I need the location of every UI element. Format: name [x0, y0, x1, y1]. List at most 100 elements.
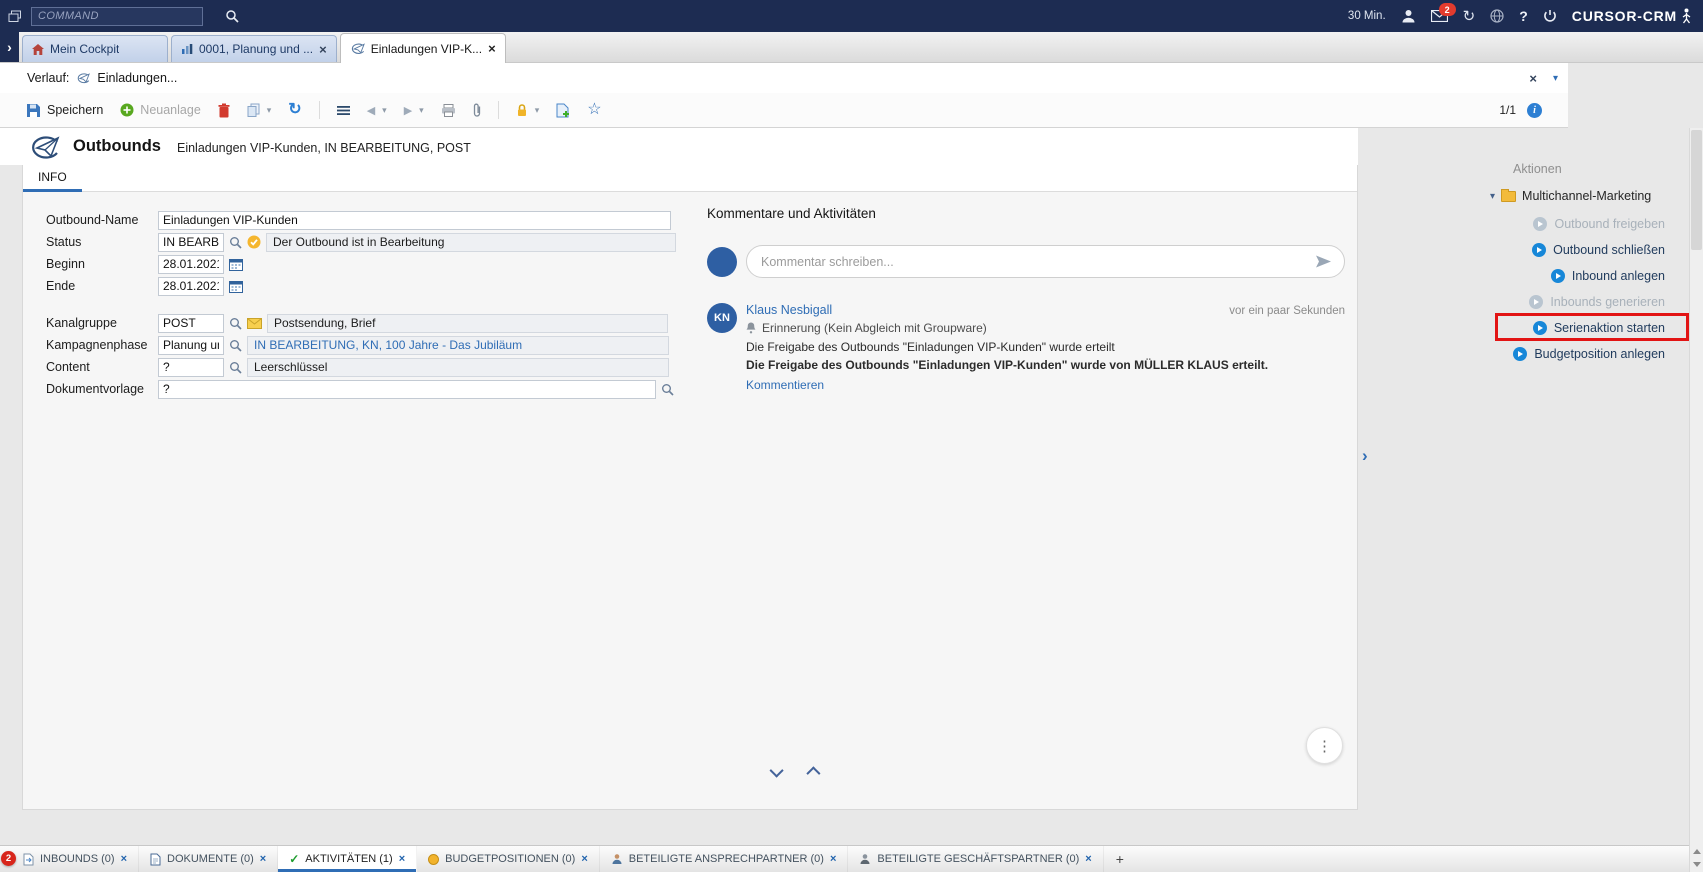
field-label: Kanalgruppe [46, 316, 158, 330]
tab-scroll-button[interactable]: › [0, 32, 19, 62]
action-budgetposition-anlegen[interactable]: Budgetposition anlegen [1358, 341, 1665, 367]
search-icon[interactable] [225, 9, 239, 23]
attachment-button[interactable] [473, 103, 481, 118]
tab-info[interactable]: INFO [23, 165, 82, 192]
close-icon[interactable]: × [260, 853, 266, 865]
actions-group-label: Multichannel-Marketing [1522, 189, 1651, 203]
close-icon[interactable]: × [830, 853, 836, 865]
begin-date-input[interactable] [158, 255, 224, 274]
content-input[interactable] [158, 358, 224, 377]
lock-button[interactable]: ▾ [516, 103, 540, 117]
calendar-icon[interactable] [229, 280, 243, 293]
vertical-scrollbar[interactable] [1689, 128, 1703, 872]
sidebar-collapse-handle[interactable]: › [1362, 446, 1368, 466]
chevron-down-icon[interactable]: ▾ [1553, 73, 1558, 84]
scroll-down-button[interactable] [1690, 858, 1703, 871]
sync-icon[interactable]: ↻ [1463, 9, 1476, 24]
globe-icon[interactable] [1490, 9, 1504, 23]
close-icon[interactable]: × [1085, 853, 1091, 865]
action-inbounds-generieren: Inbounds generieren [1358, 289, 1665, 315]
notification-badge[interactable]: 2 [1, 851, 16, 866]
history-current-item[interactable]: Einladungen... [97, 71, 177, 85]
save-button[interactable]: Speichern [26, 103, 103, 118]
field-label: Outbound-Name [46, 213, 158, 227]
comment-author-link[interactable]: Klaus Nesbigall [746, 303, 832, 317]
nav-previous-button[interactable]: ◀ ▾ [367, 104, 387, 117]
actions-title: Aktionen [1513, 162, 1562, 176]
lookup-icon[interactable] [229, 317, 242, 330]
user-icon[interactable] [1401, 9, 1416, 23]
history-bar-controls: × ▾ [1529, 63, 1558, 93]
close-icon[interactable]: × [121, 853, 127, 865]
chevron-down-icon[interactable]: ▾ [267, 105, 272, 116]
favorite-button[interactable]: ☆ [587, 102, 601, 118]
windows-icon[interactable] [8, 10, 22, 23]
lookup-icon[interactable] [229, 339, 242, 352]
chevron-down-icon[interactable]: ▾ [1490, 191, 1495, 202]
calendar-icon[interactable] [229, 258, 243, 271]
bottom-tab-dokumente[interactable]: DOKUMENTE (0) × [139, 846, 278, 872]
close-icon[interactable]: × [1529, 71, 1537, 86]
close-icon[interactable]: × [488, 42, 496, 55]
menu-button[interactable] [337, 105, 350, 116]
chevron-down-icon[interactable]: ▾ [382, 105, 387, 116]
action-label: Outbound freigeben [1554, 217, 1665, 231]
power-icon[interactable] [1543, 9, 1557, 23]
tab-mein-cockpit[interactable]: Mein Cockpit [22, 35, 168, 62]
bottom-tab-beteiligte-geschaeftspartner[interactable]: BETEILIGTE GESCHÄFTSPARTNER (0) × [848, 846, 1103, 872]
actions-group-row[interactable]: ▾ Multichannel-Marketing [1490, 189, 1651, 203]
actions-sidebar: › Aktionen ▾ Multichannel-Marketing Outb… [1358, 128, 1689, 845]
status-check-icon [247, 235, 261, 249]
paperclip-icon [473, 103, 481, 118]
copy-button[interactable]: ▾ [247, 103, 272, 117]
lookup-icon[interactable] [661, 383, 674, 396]
tab-einladungen[interactable]: Einladungen VIP-K... × [340, 33, 506, 63]
document-template-input[interactable] [158, 380, 656, 399]
end-date-input[interactable] [158, 277, 224, 296]
more-options-button[interactable]: ⋮ [1306, 727, 1343, 764]
chevron-down-icon[interactable]: ▾ [419, 105, 424, 116]
lookup-icon[interactable] [229, 361, 242, 374]
comment-action-link[interactable]: Kommentieren [746, 378, 1345, 392]
command-input[interactable] [31, 7, 203, 26]
mail-icon[interactable]: 2 [1431, 10, 1448, 22]
lookup-icon[interactable] [229, 236, 242, 249]
help-icon[interactable]: ? [1519, 8, 1528, 24]
chevron-down-icon [770, 764, 784, 778]
home-icon [32, 44, 44, 55]
refresh-button[interactable]: ↻ [288, 102, 301, 118]
collapse-down-button[interactable] [770, 765, 786, 779]
action-inbound-anlegen[interactable]: Inbound anlegen [1358, 263, 1665, 289]
outbound-name-input[interactable] [158, 211, 671, 230]
add-document-button[interactable] [556, 103, 570, 118]
delete-button[interactable] [218, 103, 230, 118]
chevron-down-icon[interactable]: ▾ [535, 105, 540, 116]
add-bottom-tab-button[interactable]: + [1104, 846, 1136, 872]
action-outbound-schliessen[interactable]: Outbound schließen [1358, 237, 1665, 263]
channel-group-input[interactable] [158, 314, 224, 333]
save-icon [26, 103, 41, 118]
send-icon[interactable] [1315, 255, 1332, 268]
comment-input[interactable] [746, 245, 1345, 278]
close-icon[interactable]: × [399, 853, 405, 865]
collapse-up-button[interactable] [804, 765, 820, 779]
bottom-tab-budgetpositionen[interactable]: BUDGETPOSITIONEN (0) × [417, 846, 600, 872]
campaign-phase-link[interactable]: IN BEARBEITUNG, KN, 100 Jahre - Das Jubi… [247, 336, 669, 355]
nav-next-button[interactable]: ▶ ▾ [404, 104, 424, 117]
close-icon[interactable]: × [319, 43, 327, 56]
close-icon[interactable]: × [581, 853, 587, 865]
plus-circle-icon [120, 103, 134, 117]
status-input[interactable] [158, 233, 224, 252]
form-row-end: Ende [46, 275, 676, 297]
scrollbar-thumb[interactable] [1691, 130, 1702, 250]
bottom-tab-aktivitaeten[interactable]: ✓ AKTIVITÄTEN (1) × [278, 846, 417, 872]
campaign-phase-input[interactable] [158, 336, 224, 355]
info-icon[interactable]: i [1527, 103, 1542, 118]
bottom-tab-inbounds[interactable]: INBOUNDS (0) × [12, 846, 139, 872]
bottom-tab-beteiligte-ansprechpartner[interactable]: BETEILIGTE ANSPRECHPARTNER (0) × [600, 846, 849, 872]
tab-kampagne[interactable]: 0001, Planung und ... × [171, 35, 337, 62]
scroll-up-button[interactable] [1690, 845, 1703, 858]
new-record-button[interactable]: Neuanlage [120, 103, 200, 117]
print-button[interactable] [441, 104, 456, 117]
action-serienaktion-starten[interactable]: Serienaktion starten [1358, 315, 1665, 341]
